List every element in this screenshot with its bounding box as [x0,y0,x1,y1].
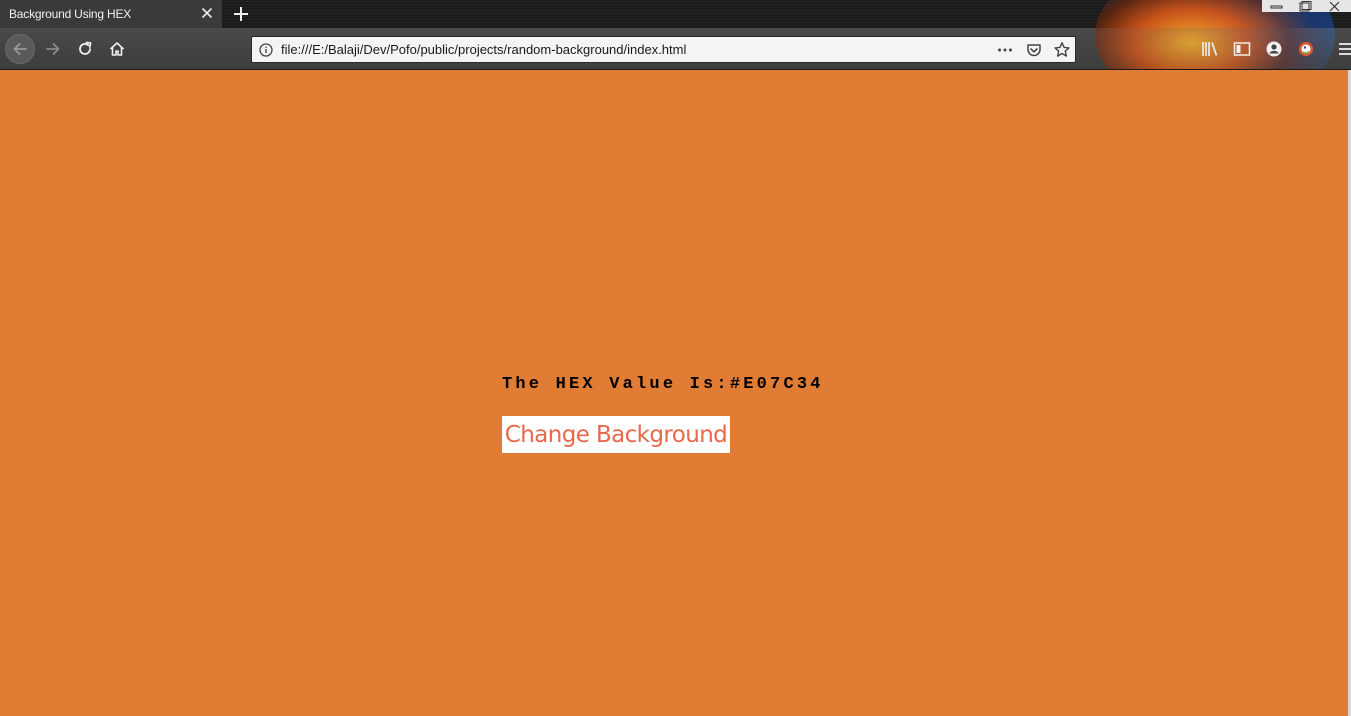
tab-title: Background Using HEX [9,7,132,21]
window-controls [1262,0,1351,12]
restore-icon[interactable] [1291,0,1320,12]
reload-icon[interactable] [71,35,99,63]
hex-label: The HEX Value Is: [502,375,730,394]
browser-tab-active[interactable]: Background Using HEX [0,0,222,28]
hex-value: #E07C34 [729,375,824,394]
tab-strip: Background Using HEX [0,0,1351,28]
more-icon[interactable] [996,41,1014,59]
sidebar-icon[interactable] [1232,39,1252,59]
plus-icon[interactable] [230,3,252,25]
duckduckgo-icon[interactable] [1296,39,1316,59]
info-icon[interactable] [257,41,275,59]
account-icon[interactable] [1264,39,1284,59]
hex-value-heading: The HEX Value Is:#E07C34 [502,375,824,394]
page-content: The HEX Value Is:#E07C34 Change Backgrou… [0,70,1351,716]
hamburger-menu-icon[interactable] [1336,39,1351,59]
back-arrow-icon[interactable] [5,34,35,64]
star-icon[interactable] [1053,41,1071,59]
pocket-icon[interactable] [1025,41,1043,59]
home-icon[interactable] [103,35,131,63]
address-bar[interactable]: file:///E:/Balaji/Dev/Pofo/public/projec… [251,36,1076,63]
change-background-button[interactable]: Change Background [502,416,730,453]
close-icon[interactable] [199,5,215,21]
url-text: file:///E:/Balaji/Dev/Pofo/public/projec… [281,42,687,57]
forward-arrow-icon[interactable] [39,35,67,63]
library-icon[interactable] [1200,39,1220,59]
window-close-icon[interactable] [1320,0,1349,12]
minimize-icon[interactable] [1262,0,1291,12]
navigation-toolbar: file:///E:/Balaji/Dev/Pofo/public/projec… [0,28,1351,70]
